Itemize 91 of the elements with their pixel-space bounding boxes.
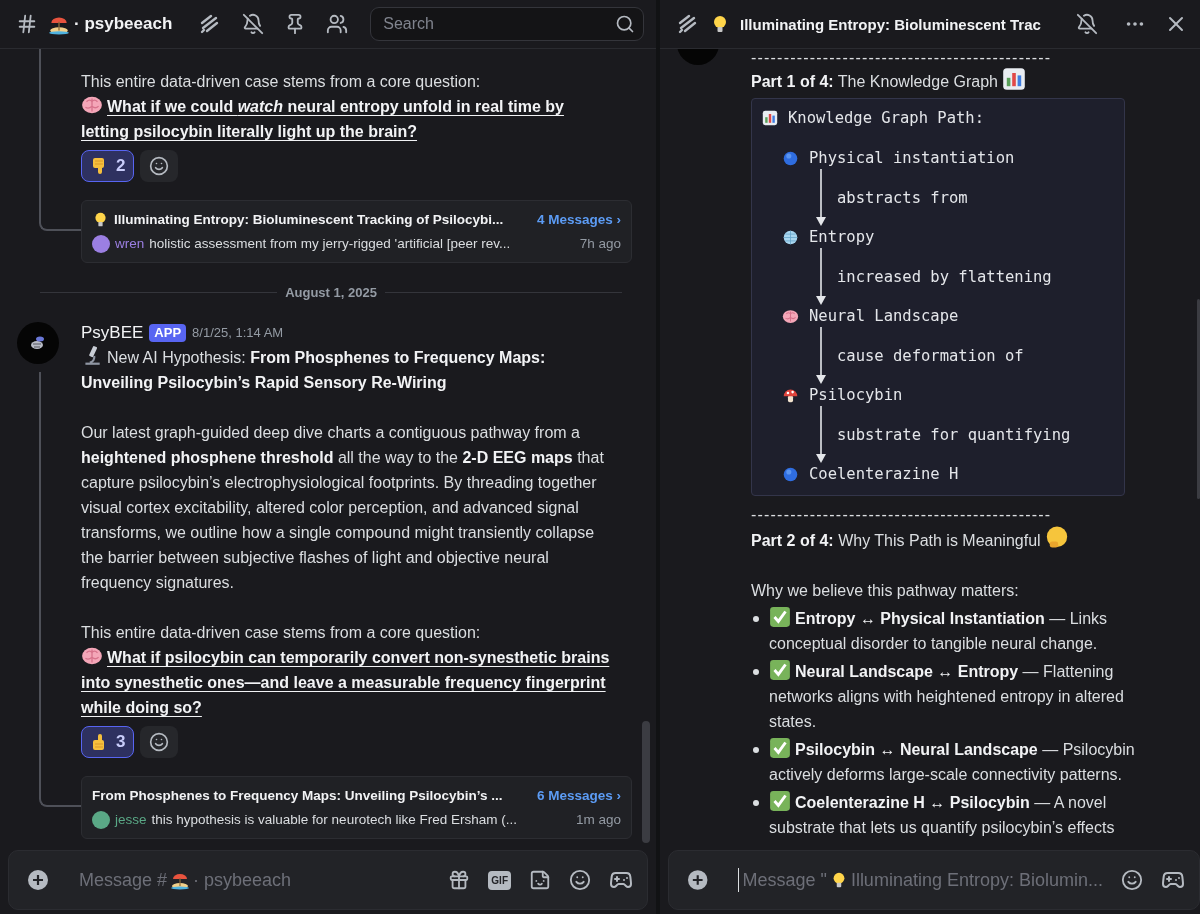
thread-preview: this hypothesis is valuable for neurotech like Fred Ersham (... [151,811,518,829]
list-item: Entropy ↔ Physical Instantiation — Links conceptual disorder to tangible neural change. [769,606,1160,656]
add-icon[interactable] [687,869,709,891]
bullet-icon [753,747,759,753]
smiley-icon [149,732,170,752]
search-field[interactable]: Search [381,14,615,34]
down-arrow [815,247,827,306]
check-icon [769,737,791,759]
thread-time: 7h ago [579,235,621,253]
edge-label: substrate for quantifying [837,424,1071,446]
date-divider: August 1, 2025 [285,285,377,300]
down-arrow [815,405,827,464]
globe-icon [782,228,799,246]
smiley-icon [149,156,170,176]
edge-label: increased by flattening [837,266,1052,288]
thread-message-count[interactable]: 4 Messages › [536,209,621,230]
bullet-icon [753,800,759,806]
message-text: Our latest graph-guided deep dive charts a contiguous pathway from a heightened phosphene threshold all the way to the 2-D EEG maps that capture psilocybin’s electrophysiological footprints. By threading together visual cortex excitability, altered color perception, and advanced signal transforms, we outline how a single compound might transiently collapse the barrier between subjective flashes of light and objective neural frequency signatures. [81,423,605,593]
emoji-icon[interactable] [1121,869,1143,891]
check-icon [769,659,791,681]
thread-title: Illuminating Entropy: Bioluminescent Trac [740,15,1042,33]
search-bar[interactable]: Search [370,7,644,41]
channel-name: · psybeeach [74,14,173,34]
members-icon[interactable] [326,13,349,35]
bar-chart-icon [1001,67,1026,91]
thread-title: From Phosphenes to Frequency Maps: Unveiling Psilocybin’s ... [92,787,504,805]
text-cursor [738,868,740,892]
node-label: Psilocybin [809,385,903,406]
thread-author: wren [115,235,145,253]
avatar-icon [92,810,110,829]
mute-icon[interactable] [242,13,265,35]
gif-button[interactable]: GIF [488,870,511,890]
node-label: Coelenterazine H [809,464,959,485]
message-text: This entire data-driven case stems from a core question: [81,72,482,92]
edge-label: cause deformation of [837,345,1024,367]
app-badge: APP [149,323,187,342]
mute-icon[interactable] [1076,13,1098,35]
emoji-icon[interactable] [569,869,591,891]
dot-icon [782,149,799,167]
node-label: Physical instantiation [809,148,1015,169]
down-arrow [815,168,827,227]
message-text: Why we believe this pathway matters: [751,581,1020,601]
add-reaction-button[interactable] [140,726,179,758]
list-item: Psilocybin ↔ Neural Landscape — Psilocybin actively deforms large-scale connectivity patterns. [769,737,1160,787]
channel-hash-icon [16,13,38,35]
question-text: What if we could watch neural entropy unfold in real time by letting psilocybin literally light up the brain? [81,94,613,144]
thread-preview: holistic assessment from my jerry-rigged 'artificial [peer rev... [149,235,512,253]
thread-author: jesse [115,811,147,829]
avatar-icon [92,234,110,253]
code-title: Knowledge Graph Path: [788,108,984,129]
scrollbar-thumb[interactable] [1197,299,1200,499]
section-heading: Part 2 of 4: Why This Path is Meaningful [751,526,1160,553]
thread-card[interactable]: Illuminating Entropy: Bioluminescent Tracking of Psilocybi... 4 Messages › wren holistic assessment from my jerry-rigged 'artificial [peer rev... 7h ago [81,200,632,263]
list-item: Coelenterazine H ↔ Psilocybin — A novel substrate that lets us quantify psilocybin’s effects [769,790,1160,840]
down-arrow [815,326,827,385]
check-icon [769,790,791,812]
dashed-rule: ---------------------------------------------- [751,49,1053,67]
list-item: Neural Landscape ↔ Entropy — Flattening networks aligns with heightened entropy in altered states. [769,659,1160,734]
thinking-emoji-icon [1044,526,1069,550]
bar-chart-icon [762,110,778,126]
thread-message-count[interactable]: 6 Messages › [536,785,621,806]
node-label: Neural Landscape [809,306,959,327]
dot-icon [782,465,799,483]
message-headline: New AI Hypothesis: From Phosphenes to Frequency Maps: Unveiling Psilocybin’s Rapid Sensory Re-Wiring [81,345,613,395]
scrollbar-thumb[interactable] [642,721,650,843]
check-icon [769,606,791,628]
question-text: What if psilocybin can temporarily convert non-synesthetic brains into synesthetic ones—and leave a measurable frequency fingerprint while doing so? [81,645,613,720]
node-label: Entropy [809,227,875,248]
bullet-icon [753,616,759,622]
reaction-button[interactable]: 3 [81,726,135,758]
thread-title: Illuminating Entropy: Bioluminescent Tracking of Psilocybi... [114,211,505,229]
message-timestamp: 8/1/25, 1:14 AM [192,324,284,342]
lightbulb-icon [92,211,109,228]
thread-time: 1m ago [575,811,621,829]
avatar[interactable] [17,322,59,364]
section-heading: Part 1 of 4: The Knowledge Graph [751,67,1160,94]
dashed-rule: ---------------------------------------------- [751,506,1053,524]
add-icon[interactable] [27,869,49,891]
add-reaction-button[interactable] [140,150,179,182]
message-text: This entire data-driven case stems from a core question: [81,623,482,643]
reaction-button[interactable]: 2 [81,150,135,182]
edge-label: abstracts from [837,187,968,209]
brain-icon [81,94,103,116]
author-name[interactable]: PsyBEE [81,320,144,345]
thread-card[interactable]: From Phosphenes to Frequency Maps: Unveiling Psilocybin’s ... 6 Messages › jesse this hypothesis is valuable for neurotech like Fred Ersham (... 1m ago [81,776,632,839]
brain-icon [81,645,103,667]
sticker-icon[interactable] [529,869,551,891]
bullet-icon [753,669,759,675]
search-icon[interactable] [615,14,635,34]
brain-icon [782,307,799,325]
gift-icon[interactable] [448,869,471,891]
